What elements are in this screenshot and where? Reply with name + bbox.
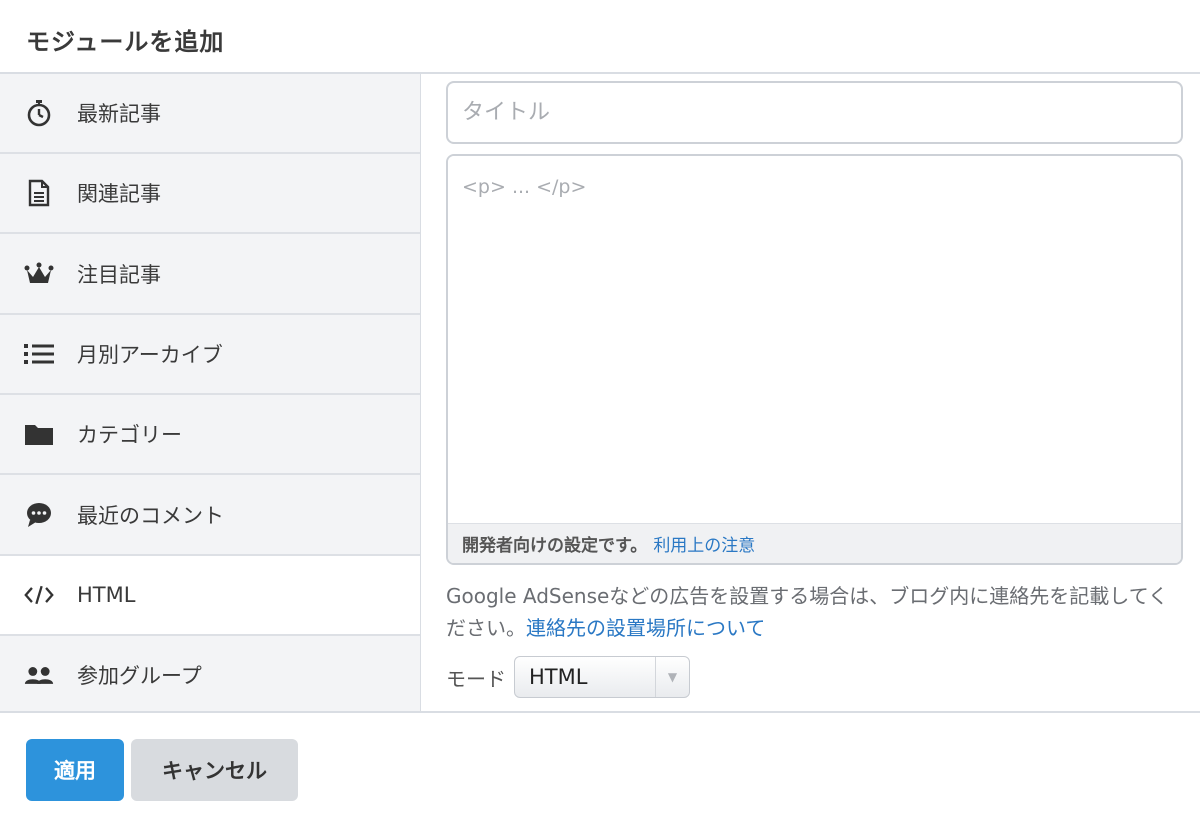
contact-placement-link[interactable]: 連絡先の設置場所について (526, 616, 765, 640)
developer-note-text: 開発者向けの設定です。 (462, 536, 648, 556)
users-icon (24, 660, 54, 690)
sidebar-item-label: 月別アーカイブ (77, 343, 223, 367)
mode-select-value: HTML (529, 665, 588, 689)
cancel-button[interactable]: キャンセル (131, 739, 298, 801)
crown-icon (24, 259, 54, 289)
developer-note: 開発者向けの設定です。 利用上の注意 (448, 523, 1181, 563)
list-icon (24, 339, 54, 369)
module-editor: 開発者向けの設定です。 利用上の注意 Google AdSenseなどの広告を設… (421, 74, 1200, 711)
html-editor: 開発者向けの設定です。 利用上の注意 (446, 154, 1183, 565)
dialog-header: モジュールを追加 (0, 0, 1200, 74)
html-body-textarea[interactable] (448, 156, 1181, 523)
document-icon (24, 178, 54, 208)
code-icon (24, 580, 54, 610)
sidebar-item-monthly-archive[interactable]: 月別アーカイブ (0, 315, 420, 395)
sidebar-item-label: HTML (77, 583, 136, 607)
sidebar-item-label: 参加グループ (77, 664, 202, 688)
sidebar-item-related-posts[interactable]: 関連記事 (0, 154, 420, 234)
comment-icon (24, 500, 54, 530)
apply-button[interactable]: 適用 (26, 739, 124, 801)
sidebar-item-label: 注目記事 (77, 263, 161, 287)
sidebar-item-groups[interactable]: 参加グループ (0, 636, 420, 711)
dialog-title: モジュールを追加 (26, 28, 225, 56)
sidebar-item-featured-posts[interactable]: 注目記事 (0, 235, 420, 315)
module-sidebar: 最新記事 関連記事 注目記事 月別アーカイブ カテゴリー 最近のコメント HTM… (0, 74, 421, 711)
sidebar-item-html[interactable]: HTML (0, 556, 420, 636)
mode-row: モード HTML ▼ (446, 656, 690, 698)
dialog-footer: 適用 キャンセル (0, 711, 1200, 813)
folder-icon (24, 419, 54, 449)
sidebar-item-category[interactable]: カテゴリー (0, 395, 420, 475)
sidebar-item-label: 最新記事 (77, 102, 161, 126)
usage-notes-link[interactable]: 利用上の注意 (653, 531, 755, 556)
mode-select[interactable]: HTML ▼ (514, 656, 690, 698)
sidebar-item-label: 最近のコメント (77, 504, 224, 528)
sidebar-item-latest-posts[interactable]: 最新記事 (0, 74, 420, 154)
sidebar-item-label: 関連記事 (77, 182, 161, 206)
adsense-note: Google AdSenseなどの広告を設置する場合は、ブログ内に連絡先を記載し… (446, 580, 1186, 644)
stopwatch-icon (24, 98, 54, 128)
chevron-down-icon: ▼ (655, 657, 689, 697)
sidebar-item-label: カテゴリー (77, 423, 182, 447)
title-input[interactable] (446, 81, 1183, 144)
mode-label: モード (446, 666, 506, 691)
sidebar-item-recent-comments[interactable]: 最近のコメント (0, 476, 420, 556)
